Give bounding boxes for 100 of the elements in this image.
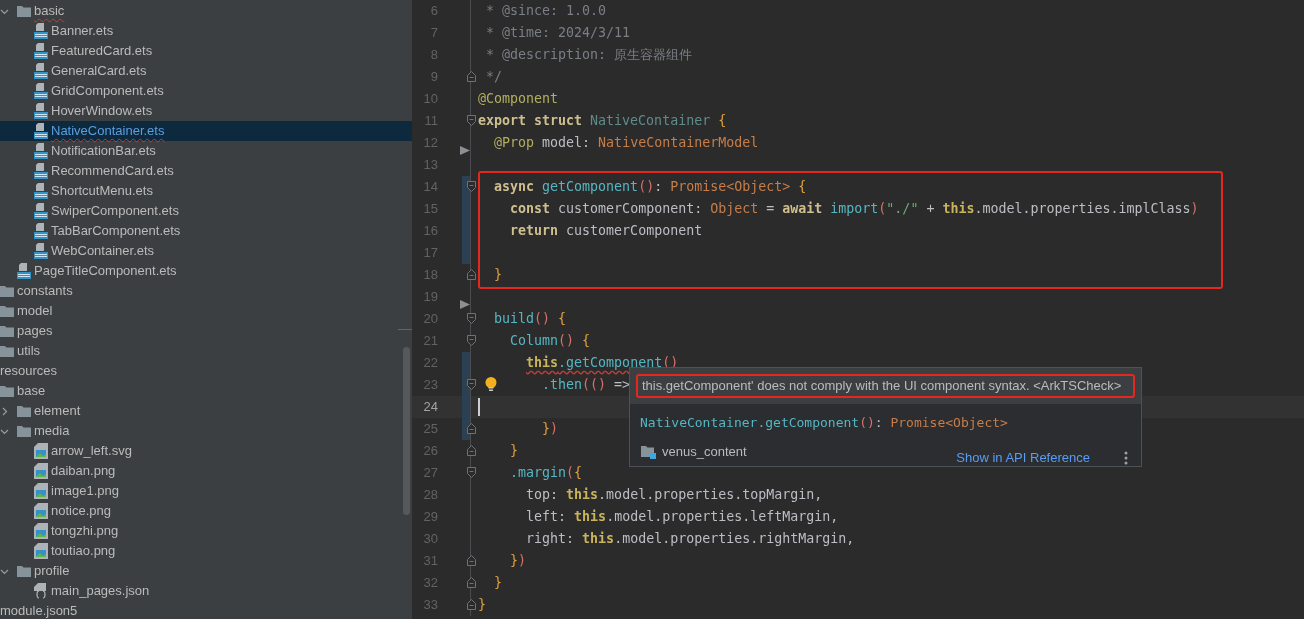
text-caret: [478, 398, 480, 416]
fold-icon[interactable]: [467, 115, 476, 126]
tree-item[interactable]: SwiperComponent.ets: [0, 201, 412, 221]
folder-icon: [0, 325, 14, 337]
file-icon: [34, 203, 48, 219]
code-token: @Component: [478, 90, 559, 109]
code-token: (): [558, 332, 575, 351]
tree-item[interactable]: tongzhi.png: [0, 521, 412, 541]
lightbulb-icon[interactable]: [485, 377, 497, 392]
code-token: ((): [582, 376, 608, 395]
line-number: 22: [422, 354, 438, 373]
tree-item[interactable]: basic: [0, 1, 412, 21]
image-file-icon: [34, 543, 48, 559]
code-token: export struct: [478, 112, 584, 131]
tree-item[interactable]: module.json5: [0, 601, 412, 619]
code-token: .getComponent: [558, 354, 663, 373]
unfold-icon[interactable]: [467, 577, 476, 588]
image-file-icon: [34, 463, 48, 479]
json-file-icon: [34, 583, 48, 599]
line-number: 20: [422, 310, 438, 329]
line-number: 7: [429, 24, 438, 43]
api-reference-link[interactable]: Show in API Reference: [956, 448, 1090, 468]
code-token: Promise<Object>: [670, 178, 792, 197]
code-token: await: [782, 200, 824, 219]
tree-item[interactable]: element: [0, 401, 412, 421]
tree-item[interactable]: NotificationBar.ets: [0, 141, 412, 161]
fold-icon[interactable]: [467, 467, 476, 478]
tree-item[interactable]: constants: [0, 281, 412, 301]
tree-item[interactable]: main_pages.json: [0, 581, 412, 601]
tree-item[interactable]: resources: [0, 361, 412, 381]
unfold-icon[interactable]: [467, 555, 476, 566]
tree-item[interactable]: Banner.ets: [0, 21, 412, 41]
tree-item[interactable]: base: [0, 381, 412, 401]
code-token: @Prop: [494, 134, 535, 153]
tree-item[interactable]: NativeContainer.ets: [0, 121, 412, 141]
more-icon[interactable]: [1124, 450, 1128, 465]
triangle-icon[interactable]: [460, 300, 470, 309]
tree-item[interactable]: toutiao.png: [0, 541, 412, 561]
tree-item[interactable]: ShortcutMenu.ets: [0, 181, 412, 201]
tree-item[interactable]: WebContainer.ets: [0, 241, 412, 261]
code-token: {: [718, 112, 727, 131]
scrollbar-thumb[interactable]: [403, 347, 410, 515]
line-number: 14: [422, 178, 438, 197]
fold-icon[interactable]: [467, 335, 476, 346]
tree-item[interactable]: model: [0, 301, 412, 321]
code-token: right:: [526, 530, 576, 549]
folder-icon: [0, 305, 14, 317]
unfold-icon[interactable]: [467, 423, 476, 434]
code-token: * @time: 2024/3/11: [486, 24, 631, 43]
unfold-icon[interactable]: [467, 71, 476, 82]
file-icon: [34, 63, 48, 79]
fold-icon[interactable]: [467, 313, 476, 324]
tree-item[interactable]: GridComponent.ets: [0, 81, 412, 101]
tree-item[interactable]: PageTitleComponent.ets: [0, 261, 412, 281]
code-token: (: [878, 200, 887, 219]
chevron-right-icon[interactable]: [0, 406, 9, 416]
tree-item[interactable]: HoverWindow.ets: [0, 101, 412, 121]
code-token: getComponent: [542, 178, 639, 197]
code-token: async: [494, 178, 536, 197]
tree-item[interactable]: RecommendCard.ets: [0, 161, 412, 181]
code-token: this: [526, 354, 559, 373]
code-token: }: [478, 596, 486, 615]
tree-item[interactable]: pages: [0, 321, 412, 341]
image-file-icon: [34, 503, 48, 519]
code-token: build: [494, 310, 535, 329]
line-number: 29: [422, 508, 438, 527]
unfold-icon[interactable]: [467, 269, 476, 280]
code-token: }: [494, 574, 503, 593]
code-token: import: [830, 200, 879, 219]
tree-item[interactable]: notice.png: [0, 501, 412, 521]
tree-item[interactable]: image1.png: [0, 481, 412, 501]
code-token: ): [550, 420, 559, 439]
folder-icon: [641, 444, 656, 459]
tree-item[interactable]: daiban.png: [0, 461, 412, 481]
tree-item[interactable]: GeneralCard.ets: [0, 61, 412, 81]
module-name: venus_content: [662, 443, 747, 461]
tree-item[interactable]: media: [0, 421, 412, 441]
tree-item[interactable]: FeaturedCard.ets: [0, 41, 412, 61]
code-token: model:: [542, 134, 592, 153]
code-token: :: [654, 178, 664, 197]
unfold-icon[interactable]: [467, 599, 476, 610]
code-token: Column: [510, 332, 559, 351]
code-token: this: [566, 486, 599, 505]
code-token: .then: [542, 376, 583, 395]
fold-icon[interactable]: [467, 379, 476, 390]
line-number: 8: [429, 46, 438, 65]
code-token: ): [518, 552, 527, 571]
unfold-icon[interactable]: [467, 445, 476, 456]
code-token: NativeContainer.getComponent: [640, 413, 860, 432]
code-token: return: [510, 222, 560, 241]
tree-item[interactable]: TabBarComponent.ets: [0, 221, 412, 241]
fold-icon[interactable]: [467, 181, 476, 192]
tree-item[interactable]: utils: [0, 341, 412, 361]
folder-icon: [17, 5, 31, 17]
line-number: 12: [422, 134, 438, 153]
file-icon: [34, 23, 48, 39]
tree-item[interactable]: arrow_left.svg: [0, 441, 412, 461]
code-token: const: [510, 200, 552, 219]
tree-item[interactable]: profile: [0, 561, 412, 581]
triangle-icon[interactable]: [460, 146, 470, 155]
